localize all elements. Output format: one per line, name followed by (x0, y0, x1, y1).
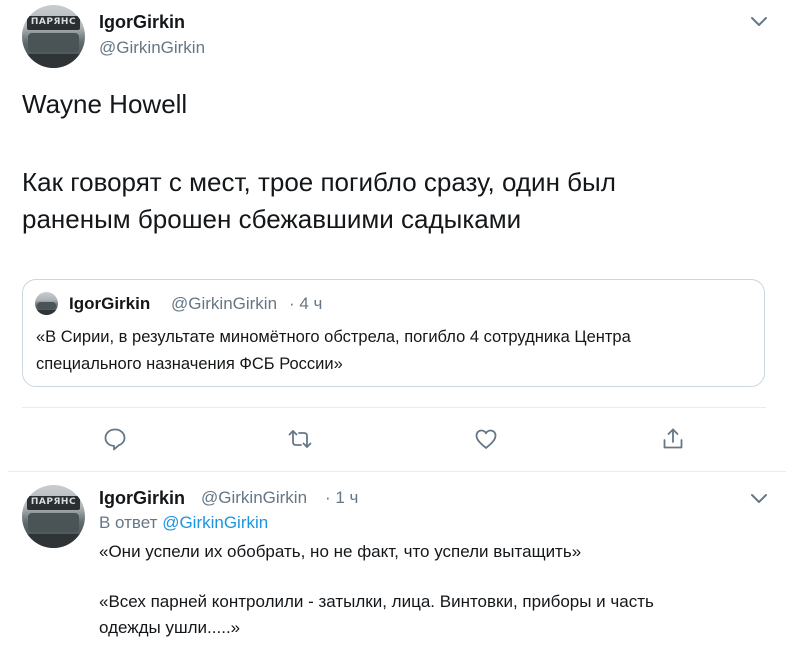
avatar[interactable]: ПАРЯНС (22, 5, 85, 68)
avatar-banner-text: ПАРЯНС (30, 17, 77, 28)
reply-avatar-ground (22, 534, 85, 548)
avatar-banner: ПАРЯНС (27, 16, 80, 31)
reply-avatar-vehicle (28, 513, 79, 533)
quoted-avatar (35, 292, 58, 315)
reply-avatar[interactable]: ПАРЯНС (22, 485, 85, 548)
share-icon[interactable] (660, 426, 686, 452)
reply-avatar-banner-text: ПАРЯНС (30, 497, 77, 508)
quoted-avatar-ground (35, 309, 58, 315)
reply-author-name[interactable]: IgorGirkin (99, 488, 185, 509)
reply-text-line-1: «Они успели их обобрать, но не факт, что… (99, 542, 582, 561)
author-handle[interactable]: @GirkinGirkin (99, 38, 205, 58)
reply-context: В ответ @GirkinGirkin (99, 513, 268, 533)
reply-avatar-banner: ПАРЯНС (27, 496, 80, 511)
reply-icon[interactable] (102, 426, 128, 452)
quoted-text-line-2: специального назначения ФСБ России» (36, 355, 343, 373)
like-icon[interactable] (473, 426, 499, 452)
quoted-tweet[interactable]: IgorGirkin @GirkinGirkin · 4 ч «В Сирии,… (22, 279, 765, 387)
tweet-text-line-2: Как говорят с мест, трое погибло сразу, … (22, 167, 616, 197)
avatar-vehicle (28, 33, 79, 53)
actions-divider (22, 407, 766, 408)
quoted-avatar-vehicle (37, 302, 56, 310)
reply-time[interactable]: · 1 ч (325, 488, 358, 508)
author-name[interactable]: IgorGirkin (99, 12, 185, 33)
tweet-separator (8, 471, 786, 472)
tweet-text-line-3: раненым брошен сбежавшими садыками (22, 204, 522, 234)
retweet-icon[interactable] (287, 426, 313, 452)
reply-text-line-3: одежды ушли.....» (99, 618, 241, 637)
quoted-time: · 4 ч (289, 294, 323, 313)
reply-prefix: В ответ (99, 513, 158, 532)
tweet-text-line-1: Wayne Howell (22, 89, 188, 119)
reply-text-line-2: «Всех парней контролили - затылки, лица.… (99, 592, 654, 611)
reply-to-mention[interactable]: @GirkinGirkin (162, 513, 268, 532)
avatar-ground (22, 54, 85, 68)
quoted-author-name: IgorGirkin (69, 294, 151, 313)
quoted-author-handle: @GirkinGirkin (171, 294, 278, 313)
quoted-text-line-1: «В Сирии, в результате миномётного обстр… (36, 328, 631, 346)
chevron-down-icon[interactable] (748, 10, 770, 32)
reply-author-handle[interactable]: @GirkinGirkin (201, 488, 307, 508)
reply-chevron-down-icon[interactable] (748, 487, 770, 509)
